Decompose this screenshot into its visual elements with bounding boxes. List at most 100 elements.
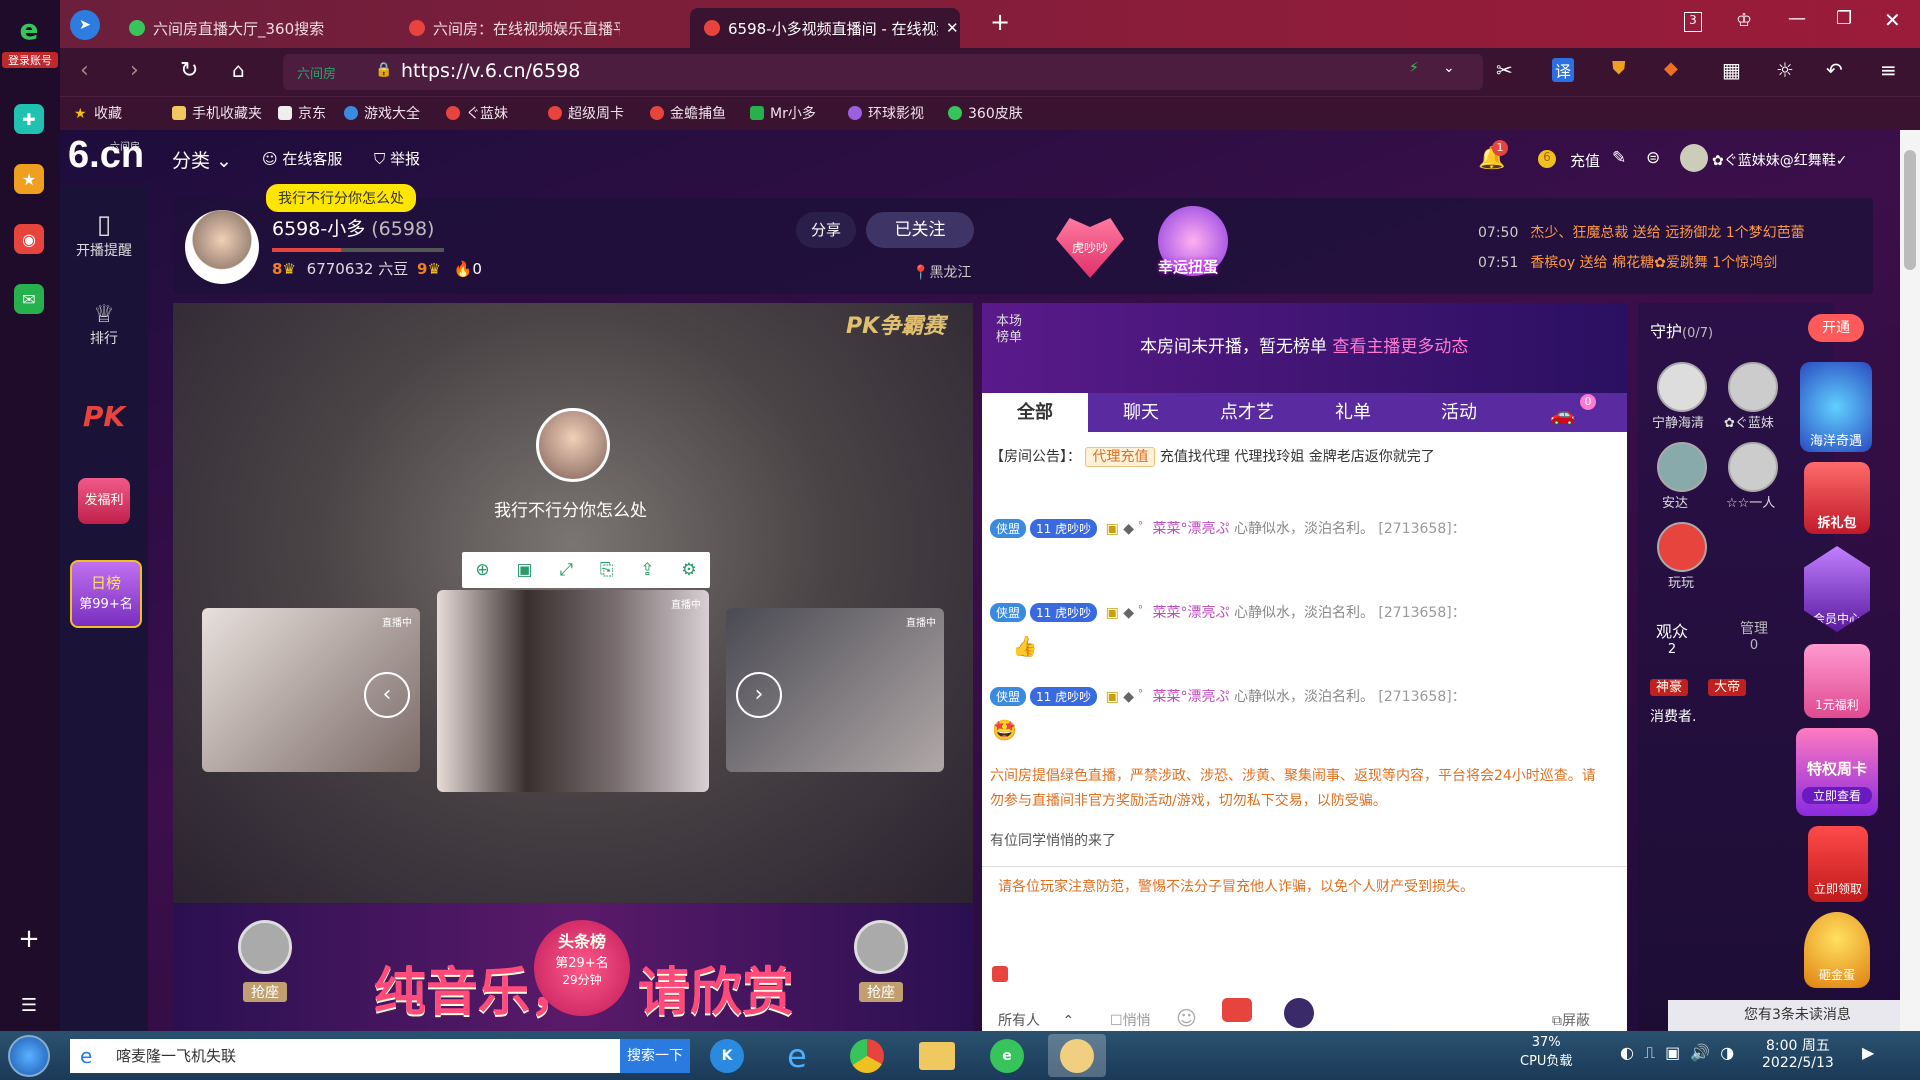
- bookmark-item[interactable]: 手机收藏夹: [172, 103, 262, 123]
- chat-username[interactable]: ゜菜菜°漂亮ぷ: [1139, 521, 1230, 537]
- bookmark-item[interactable]: ★ 收藏: [74, 103, 122, 123]
- tab-activity[interactable]: 活动: [1406, 393, 1512, 433]
- grid-icon[interactable]: ▦: [1722, 58, 1741, 82]
- guard-avatar[interactable]: [1657, 362, 1707, 412]
- browser-home-icon[interactable]: ➤: [70, 10, 100, 40]
- chat-target-select[interactable]: 所有人 ⌃: [998, 1010, 1098, 1030]
- anchor-avatar[interactable]: [185, 210, 259, 284]
- tab-chat[interactable]: 聊天: [1088, 393, 1194, 433]
- sidebar-menu-icon[interactable]: ☰: [14, 990, 44, 1020]
- report-link[interactable]: ⛉ 举报: [374, 148, 420, 169]
- next-arrow-icon[interactable]: ›: [736, 672, 782, 718]
- followed-button[interactable]: 已关注: [866, 212, 974, 248]
- anchor-name[interactable]: 6598-小多 (6598): [272, 214, 434, 241]
- recommend-thumb-center[interactable]: 直播中: [437, 590, 709, 792]
- recharge-link[interactable]: 充值: [1570, 150, 1600, 171]
- save-icon[interactable]: ⎘: [600, 560, 614, 580]
- rank-label[interactable]: 本场榜单: [996, 314, 1032, 346]
- promo-golden-egg[interactable]: 砸金蛋: [1804, 912, 1870, 988]
- message-icon[interactable]: ⊜: [1646, 148, 1660, 168]
- guard-avatar[interactable]: [1728, 442, 1778, 492]
- page-scrollbar[interactable]: [1900, 130, 1920, 1031]
- undo-icon[interactable]: ↶: [1826, 58, 1843, 82]
- clock[interactable]: 8:00 周五 2022/5/13: [1762, 1035, 1834, 1071]
- cut-icon[interactable]: ✂: [1496, 58, 1513, 82]
- tab-live-room[interactable]: 6598-小多视频直播间 - 在线视频 ✕: [690, 8, 960, 48]
- share-icon[interactable]: ⇪: [640, 560, 654, 580]
- bookmark-item[interactable]: Mr小多: [750, 103, 816, 123]
- tab-audience[interactable]: 观众 2: [1656, 618, 1688, 657]
- close-tab-icon[interactable]: ✕: [946, 19, 959, 37]
- tab-gifts[interactable]: 礼单: [1300, 393, 1406, 433]
- taskbar-app-active[interactable]: [1048, 1034, 1106, 1077]
- back-icon[interactable]: ‹: [80, 58, 89, 83]
- toutiao-badge[interactable]: 头条榜 第29+名 29分钟: [534, 920, 630, 1016]
- translate-icon[interactable]: 译: [1552, 58, 1575, 82]
- chat-gift-icon[interactable]: [992, 966, 1008, 982]
- rank-link[interactable]: 查看主播更多动态: [1332, 337, 1468, 357]
- shirt-icon[interactable]: ♔: [1736, 10, 1752, 31]
- show-desktop-icon[interactable]: ▶: [1862, 1043, 1874, 1062]
- welfare-entry[interactable]: 发福利: [60, 478, 148, 524]
- scroll-thumb[interactable]: [1904, 150, 1916, 270]
- url-text[interactable]: https://v.6.cn/6598: [401, 60, 580, 82]
- lightning-icon[interactable]: ⚡: [1409, 60, 1419, 76]
- home-icon[interactable]: ⌂: [232, 58, 245, 82]
- unread-bar[interactable]: 您有3条未读消息: [1668, 1000, 1900, 1031]
- taskbar-search-box[interactable]: e 喀麦隆一飞机失联: [70, 1039, 620, 1073]
- emoji-picker-icon[interactable]: ☺: [1176, 1006, 1197, 1030]
- prev-arrow-icon[interactable]: ‹: [364, 672, 410, 718]
- ranking[interactable]: ♕ 排行: [60, 300, 148, 348]
- taskbar-search-button[interactable]: 搜索一下: [620, 1039, 690, 1073]
- whisper-checkbox[interactable]: ☐悄悄: [1110, 1010, 1151, 1030]
- service-link[interactable]: ☺ 在线客服: [262, 148, 342, 169]
- category-menu[interactable]: 分类 ⌄: [172, 146, 232, 173]
- dropdown-icon[interactable]: ⌄: [1443, 60, 1455, 76]
- address-bar[interactable]: 六间房 🔒 https://v.6.cn/6598 ⚡ ⌄: [283, 54, 1483, 90]
- pk-entry[interactable]: PK: [60, 400, 148, 433]
- taskbar-360-browser[interactable]: e: [978, 1034, 1036, 1077]
- guard-avatar[interactable]: [1657, 522, 1707, 572]
- zoom-icon[interactable]: ⊕: [475, 560, 489, 580]
- live-reminder[interactable]: ▯ 开播提醒: [60, 210, 148, 260]
- daily-rank-badge[interactable]: 日榜 第99+名: [70, 560, 142, 628]
- maximize-icon[interactable]: ❐: [1836, 8, 1852, 29]
- guard-avatar[interactable]: [1657, 442, 1707, 492]
- promo-redpacket[interactable]: 立即领取: [1808, 826, 1868, 902]
- sidebar-app-icon[interactable]: ✚: [14, 104, 44, 134]
- close-window-icon[interactable]: ✕: [1884, 8, 1901, 32]
- tab-search[interactable]: 六间房直播大厅_360搜索: [115, 8, 385, 48]
- cpu-indicator[interactable]: 37% CPU负载: [1520, 1035, 1572, 1069]
- sidebar-weibo-icon[interactable]: ◉: [14, 224, 44, 254]
- edit-icon[interactable]: ✎: [1612, 148, 1626, 168]
- minimize-icon[interactable]: —: [1788, 8, 1806, 29]
- guard-open-button[interactable]: 开通: [1808, 314, 1864, 342]
- audience-consumer[interactable]: 消费者.: [1650, 706, 1696, 726]
- tab-talent[interactable]: 点才艺: [1194, 393, 1300, 433]
- login-label[interactable]: 登录账号: [2, 52, 58, 68]
- guard-avatar[interactable]: [1728, 362, 1778, 412]
- bookmark-item[interactable]: 超级周卡: [548, 103, 624, 123]
- sidebar-star-icon[interactable]: ★: [14, 164, 44, 194]
- game-icon[interactable]: ◆: [1664, 58, 1678, 79]
- notice-tag[interactable]: 代理充值: [1085, 447, 1156, 467]
- promo-gift[interactable]: 拆礼包: [1804, 462, 1870, 534]
- username[interactable]: ✿ぐ蓝妹妹@红舞鞋✓: [1712, 150, 1847, 170]
- tab-all[interactable]: 全部: [982, 393, 1088, 433]
- bookmark-item[interactable]: 京东: [278, 103, 326, 123]
- shield-button[interactable]: ⧉屏蔽: [1552, 1010, 1590, 1030]
- bookmark-item[interactable]: ぐ蓝妹: [446, 103, 508, 123]
- seat-right[interactable]: 抢座: [822, 920, 940, 1020]
- taskbar-explorer[interactable]: [908, 1034, 966, 1077]
- browser-logo-icon[interactable]: e: [14, 13, 44, 46]
- shield-icon[interactable]: ⛊: [1612, 58, 1626, 79]
- user-avatar[interactable]: [1680, 144, 1708, 172]
- danmu-icon[interactable]: [1222, 998, 1252, 1022]
- bookmark-item[interactable]: 360皮肤: [948, 103, 1023, 123]
- tab-managers[interactable]: 管理 0: [1740, 618, 1768, 653]
- tab-count-badge[interactable]: 3: [1684, 12, 1702, 32]
- promo-weekcard[interactable]: 特权周卡 立即查看: [1796, 728, 1878, 816]
- taskbar-chrome[interactable]: [838, 1034, 896, 1077]
- chat-username[interactable]: ゜菜菜°漂亮ぷ: [1139, 605, 1230, 621]
- voice-icon[interactable]: [1284, 998, 1314, 1028]
